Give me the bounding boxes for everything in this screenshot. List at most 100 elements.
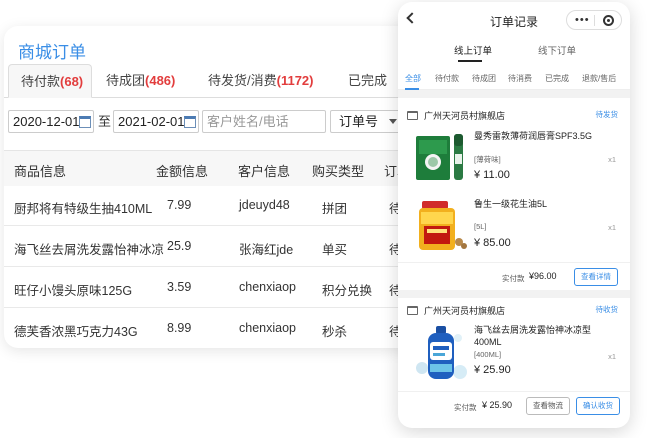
product-qty: x1 bbox=[608, 155, 616, 164]
paid-amount: ¥96.00 bbox=[529, 271, 557, 281]
end-date-field[interactable]: 2021-02-01 bbox=[113, 110, 199, 133]
column-header: 金额信息 bbox=[156, 164, 209, 179]
table-row[interactable]: 旺仔小馒头原味125G 3.59 chenxiaop 积分兑换 待 bbox=[4, 268, 434, 308]
column-header: 客户信息 bbox=[238, 164, 291, 179]
order-footer: 实付款 ¥96.00 查看详情 bbox=[398, 262, 630, 290]
shop-name: 广州天河员村旗舰店 bbox=[424, 306, 506, 316]
tab-online-orders[interactable]: 线上订单 bbox=[454, 43, 492, 57]
product-cell: 旺仔小馒头原味125G bbox=[14, 284, 133, 298]
active-tab-indicator bbox=[458, 60, 482, 62]
paid-label: 实付款 bbox=[502, 274, 525, 283]
type-cell: 单买 bbox=[322, 243, 348, 257]
product-spec: [5L] bbox=[474, 222, 487, 231]
capsule-divider bbox=[594, 15, 595, 26]
order-footer: 实付款 ¥ 25.90 查看物流 确认收货 bbox=[398, 391, 630, 419]
section-gap bbox=[398, 290, 630, 298]
end-date-value: 2021-02-01 bbox=[118, 114, 185, 129]
nav-bar: 订单记录 ••• bbox=[398, 2, 630, 38]
order-filter-tabs: 全部 待付款 待成团 待消费 已完成 退款/售后 bbox=[398, 68, 630, 90]
date-range-separator: 至 bbox=[98, 114, 112, 129]
order-item[interactable]: 曼秀雷敦薄荷润唇膏SPF3.5G [薄荷味] ¥ 11.00 x1 bbox=[398, 128, 630, 188]
order-item[interactable]: 鲁生一级花生油5L [5L] ¥ 85.00 x1 bbox=[398, 196, 630, 256]
product-cell: 厨邦将有特级生抽410ML bbox=[14, 202, 153, 216]
subtab-completed[interactable]: 已完成 bbox=[545, 73, 569, 84]
amount-cell: 8.99 bbox=[167, 321, 192, 335]
confirm-receipt-button[interactable]: 确认收货 bbox=[576, 397, 620, 415]
calendar-icon[interactable] bbox=[79, 116, 91, 128]
tab-count: (1172) bbox=[276, 73, 314, 88]
calendar-icon[interactable] bbox=[184, 116, 196, 128]
product-price: ¥ 85.00 bbox=[474, 237, 511, 249]
order-status: 待收货 bbox=[595, 305, 619, 314]
product-image-peanut-oil bbox=[414, 198, 468, 252]
order-status: 待发货 bbox=[595, 110, 619, 119]
order-shop-header[interactable]: 广州天河员村旗舰店 待收货 bbox=[398, 300, 630, 320]
amount-cell: 25.9 bbox=[167, 239, 192, 253]
tab-pending-payment[interactable]: 待付款(68) bbox=[8, 64, 92, 98]
product-price: ¥ 25.90 bbox=[474, 364, 511, 376]
start-date-field[interactable]: 2020-12-01 bbox=[8, 110, 94, 133]
close-circle-icon[interactable] bbox=[603, 15, 614, 26]
product-price: ¥ 11.00 bbox=[474, 169, 510, 181]
miniprogram-capsule[interactable]: ••• bbox=[566, 10, 622, 30]
page-title: 商城订单 bbox=[18, 43, 86, 62]
table-row[interactable]: 厨邦将有特级生抽410ML 7.99 jdeuyd48 拼团 待 bbox=[4, 186, 434, 226]
order-shop-header[interactable]: 广州天河员村旗舰店 待发货 bbox=[398, 105, 630, 125]
tab-completed[interactable]: 已完成 bbox=[348, 64, 387, 98]
store-icon bbox=[407, 111, 418, 120]
product-name: 曼秀雷敦薄荷润唇膏SPF3.5G bbox=[474, 131, 593, 141]
paid-label: 实付款 bbox=[454, 403, 477, 412]
column-header: 商品信息 bbox=[14, 164, 67, 179]
tab-label: 待发货/消费 bbox=[208, 73, 277, 88]
tab-label: 已完成 bbox=[348, 73, 388, 88]
tab-pending-delivery[interactable]: 待发货/消费(1172) bbox=[208, 64, 314, 98]
chevron-down-icon bbox=[389, 119, 397, 124]
product-qty: x1 bbox=[608, 223, 616, 232]
section-gap bbox=[398, 90, 630, 98]
tab-count: (68) bbox=[60, 74, 84, 89]
product-spec: [400ML] bbox=[474, 350, 502, 359]
product-image-shampoo bbox=[414, 324, 468, 382]
admin-order-panel: 商城订单 待付款(68) 待成团(486) 待发货/消费(1172) 已完成 2… bbox=[4, 26, 434, 348]
order-status-tabs: 待付款(68) 待成团(486) 待发货/消费(1172) 已完成 bbox=[4, 64, 434, 98]
subtab-refund[interactable]: 退款/售后 bbox=[582, 73, 616, 84]
view-details-button[interactable]: 查看详情 bbox=[574, 268, 618, 286]
tab-pending-group[interactable]: 待成团(486) bbox=[106, 64, 175, 98]
amount-cell: 3.59 bbox=[167, 280, 192, 294]
type-cell: 秒杀 bbox=[322, 325, 348, 339]
tab-label: 待成团 bbox=[106, 73, 146, 88]
customer-cell: 张海红jde bbox=[239, 243, 294, 257]
table-row[interactable]: 海飞丝去屑洗发露怡神冰凉 25.9 张海红jde 单买 待 bbox=[4, 227, 434, 267]
subtab-pending-consume[interactable]: 待消费 bbox=[508, 73, 532, 84]
product-cell: 海飞丝去屑洗发露怡神冰凉 bbox=[14, 243, 165, 257]
customer-cell: chenxiaop bbox=[239, 321, 296, 335]
more-dots-icon[interactable]: ••• bbox=[575, 14, 590, 26]
column-header: 购买类型 bbox=[312, 164, 365, 179]
search-field-select[interactable]: 订单号 bbox=[330, 110, 404, 133]
table-header: 商品信息 金额信息 客户信息 购买类型 订单 bbox=[4, 150, 434, 186]
paid-amount: ¥ 25.90 bbox=[482, 400, 513, 410]
product-qty: x1 bbox=[608, 352, 616, 361]
tab-offline-orders[interactable]: 线下订单 bbox=[538, 43, 576, 57]
product-cell: 德芙香浓黑巧克力43G bbox=[14, 325, 138, 339]
amount-cell: 7.99 bbox=[167, 198, 192, 212]
table-row[interactable]: 德芙香浓黑巧克力43G 8.99 chenxiaop 秒杀 待 bbox=[4, 309, 434, 348]
product-name: 鲁生一级花生油5L bbox=[474, 199, 548, 209]
product-name: 海飞丝去屑洗发露怡神冰凉型400ML bbox=[474, 325, 592, 347]
search-placeholder: 客户姓名/电话 bbox=[207, 114, 289, 129]
tab-count: (486) bbox=[145, 73, 176, 88]
track-shipment-button[interactable]: 查看物流 bbox=[526, 397, 570, 415]
subtab-pending-group[interactable]: 待成团 bbox=[472, 73, 496, 84]
type-cell: 拼团 bbox=[322, 202, 348, 216]
product-image-lip-balm bbox=[414, 130, 468, 184]
store-icon bbox=[407, 306, 418, 315]
shop-name: 广州天河员村旗舰店 bbox=[424, 111, 506, 121]
customer-search-input[interactable]: 客户姓名/电话 bbox=[202, 110, 326, 133]
type-cell: 积分兑换 bbox=[322, 284, 373, 298]
mobile-order-screen: 订单记录 ••• 线上订单 线下订单 全部 待付款 待成团 待消费 已完成 退款… bbox=[398, 2, 630, 428]
subtab-all[interactable]: 全部 bbox=[405, 73, 421, 84]
subtab-pending-payment[interactable]: 待付款 bbox=[435, 73, 459, 84]
order-item[interactable]: 海飞丝去屑洗发露怡神冰凉型400ML [400ML] ¥ 25.90 x1 bbox=[398, 322, 630, 388]
select-value: 订单号 bbox=[339, 114, 379, 129]
tab-label: 待付款 bbox=[21, 74, 61, 89]
